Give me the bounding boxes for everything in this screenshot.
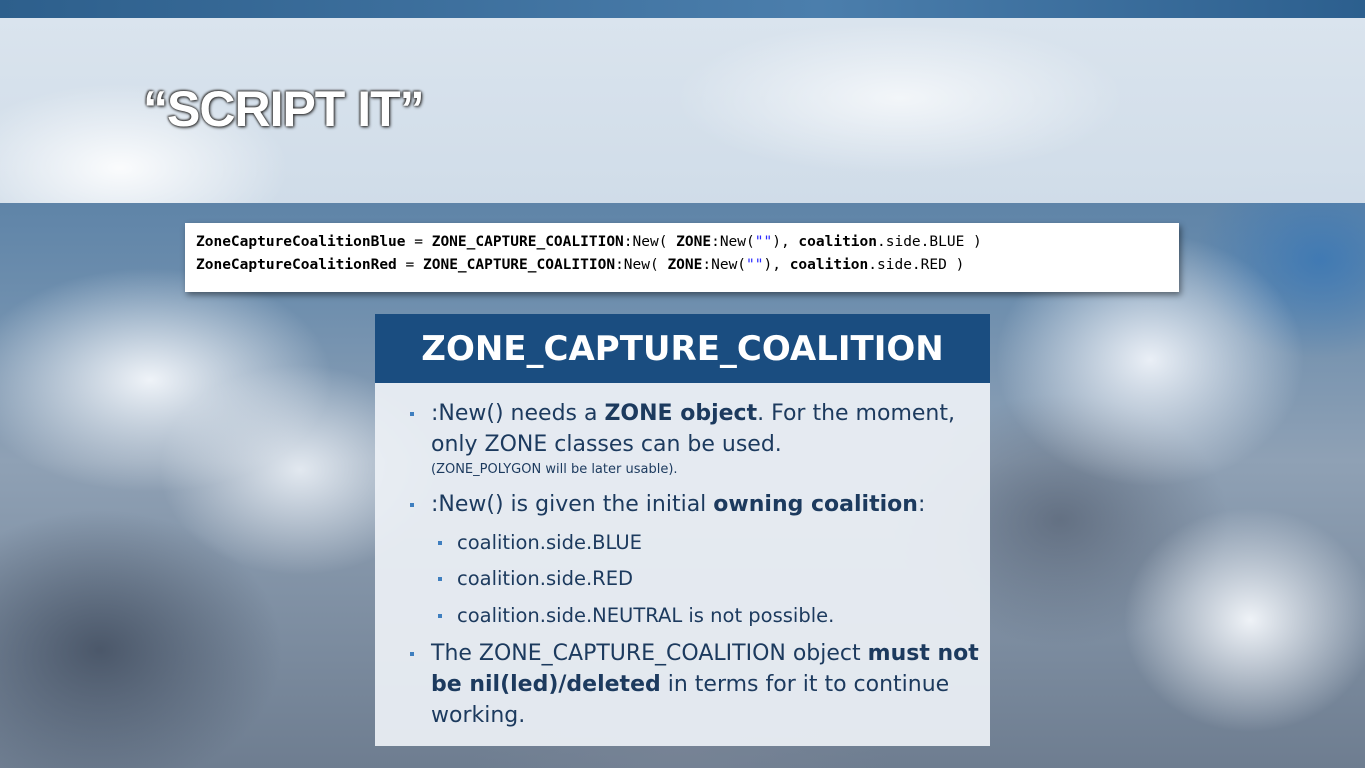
bullet-1-note: (ZONE_POLYGON will be later usable). (431, 462, 678, 477)
bullet-dot (410, 652, 414, 656)
sub-item-red: coalition.side.RED (438, 566, 633, 592)
code-line-2: ZoneCaptureCoalitionRed = ZONE_CAPTURE_C… (196, 257, 965, 273)
panel-header: ZONE_CAPTURE_COALITION (375, 314, 990, 383)
bullet-3: The ZONE_CAPTURE_COALITION object must n… (410, 638, 981, 731)
top-band (0, 0, 1365, 18)
code-snippet: ZoneCaptureCoalitionBlue = ZONE_CAPTURE_… (185, 223, 1179, 292)
bullet-dot (410, 412, 414, 416)
bullet-1: :New() needs a ZONE object. For the mome… (410, 398, 981, 480)
bullet-2: :New() is given the initial owning coali… (410, 489, 981, 520)
sub-item-neutral: coalition.side.NEUTRAL is not possible. (438, 603, 834, 629)
bullet-dot (438, 614, 442, 618)
slide-title: “SCRIPT IT” (143, 81, 425, 137)
bullet-dot (410, 503, 414, 507)
sub-item-blue: coalition.side.BLUE (438, 530, 642, 556)
code-line-1: ZoneCaptureCoalitionBlue = ZONE_CAPTURE_… (196, 234, 982, 250)
panel-body: :New() needs a ZONE object. For the mome… (375, 383, 990, 746)
bullet-dot (438, 577, 442, 581)
bullet-dot (438, 541, 442, 545)
